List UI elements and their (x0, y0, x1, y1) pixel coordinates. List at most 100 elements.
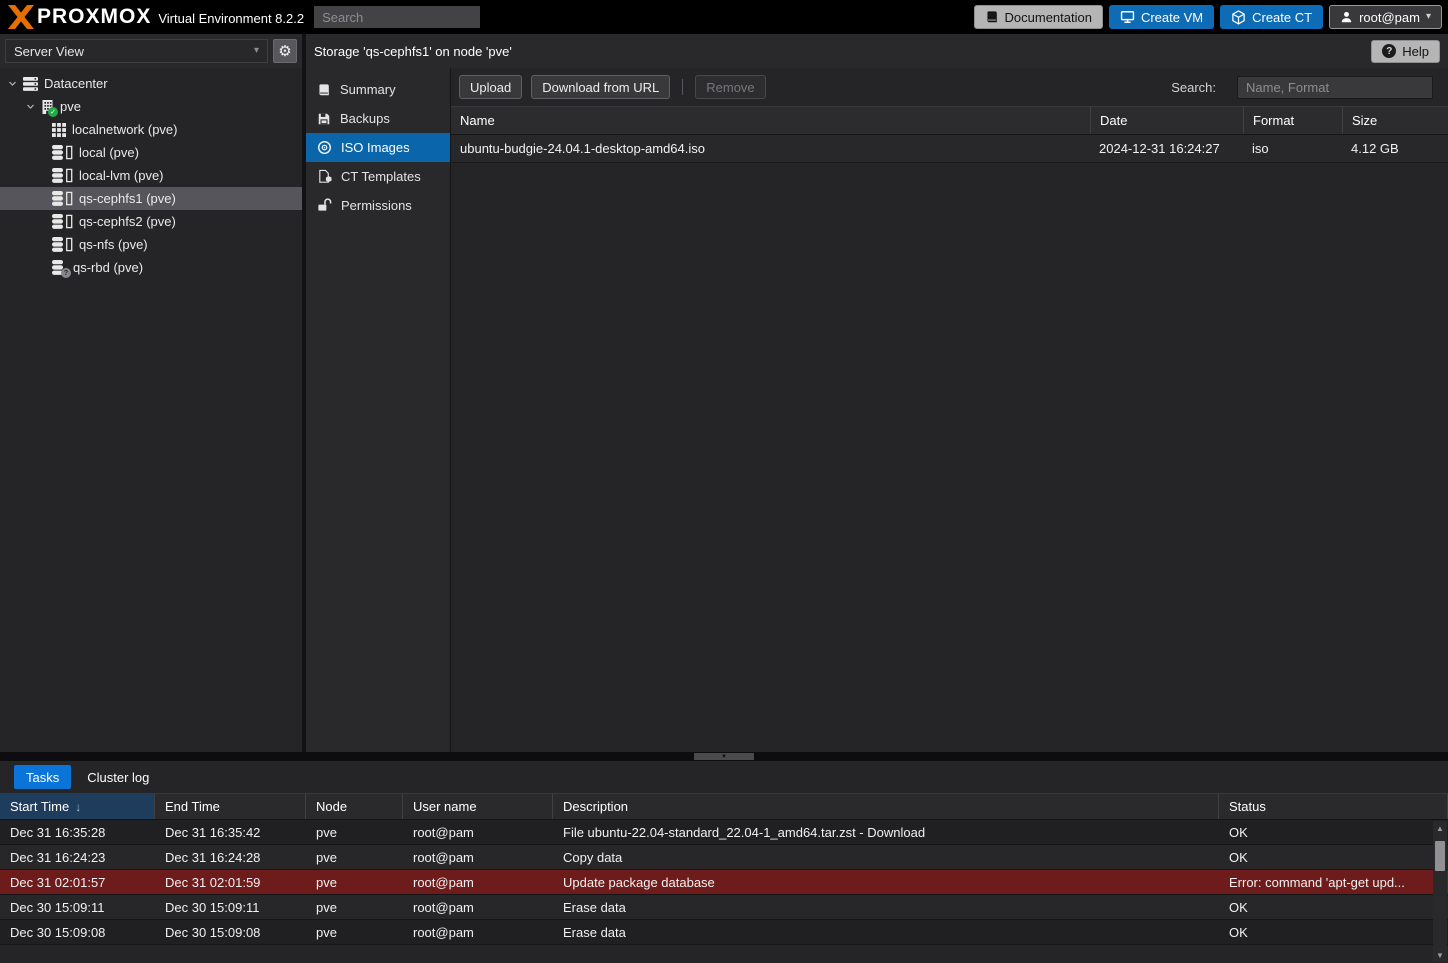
iso-table-header: Name Date Format Size (451, 106, 1448, 135)
tab-tasks[interactable]: Tasks (14, 765, 71, 789)
tree-item-label: Datacenter (44, 76, 108, 91)
task-row[interactable]: Dec 31 16:35:28 Dec 31 16:35:42 pve root… (0, 820, 1448, 845)
tab-backups[interactable]: Backups (306, 104, 450, 133)
iso-table: Name Date Format Size ubuntu-budgie-24.0… (451, 106, 1448, 163)
tab-label: Permissions (341, 198, 412, 213)
documentation-button[interactable]: Documentation (974, 5, 1103, 29)
tab-cluster-log[interactable]: Cluster log (75, 765, 161, 789)
upload-label: Upload (470, 80, 511, 95)
sidebar-item-local[interactable]: local (pve) (0, 141, 302, 164)
task-status-cell: OK (1219, 900, 1448, 915)
column-header-description[interactable]: Description (553, 794, 1219, 819)
tab-iso-images[interactable]: ISO Images (306, 133, 450, 162)
search-label: Search: (1171, 80, 1216, 95)
task-start-cell: Dec 31 02:01:57 (0, 875, 155, 890)
column-header-node[interactable]: Node (306, 794, 403, 819)
panel-splitter: ▼ (0, 752, 1448, 761)
sidebar-item-qs-nfs[interactable]: qs-nfs (pve) (0, 233, 302, 256)
iso-toolbar: Upload Download from URL Remove Search: (451, 68, 1448, 106)
task-start-cell: Dec 30 15:09:08 (0, 925, 155, 940)
top-bar: PROXMOX Virtual Environment 8.2.2 Docume… (0, 0, 1448, 34)
task-node-cell: pve (306, 925, 403, 940)
task-node-cell: pve (306, 875, 403, 890)
help-button[interactable]: ? Help (1371, 40, 1440, 63)
iso-size-cell: 4.12 GB (1342, 141, 1443, 156)
column-header-format[interactable]: Format (1243, 107, 1342, 134)
sidebar-item-pve[interactable]: ✓ pve (0, 95, 302, 118)
scroll-up-icon[interactable]: ▲ (1433, 821, 1447, 835)
task-row-error[interactable]: Dec 31 02:01:57 Dec 31 02:01:59 pve root… (0, 870, 1448, 895)
column-header-date[interactable]: Date (1090, 107, 1243, 134)
node-building-icon: ✓ (41, 100, 54, 114)
monitor-icon (1120, 10, 1135, 24)
task-description-cell: Erase data (553, 900, 1219, 915)
tree-settings-button[interactable]: ⚙ (273, 39, 297, 63)
task-description-cell: Erase data (553, 925, 1219, 940)
page-title: Storage 'qs-cephfs1' on node 'pve' (314, 44, 512, 59)
tab-ct-templates[interactable]: CT Templates (306, 162, 450, 191)
task-description-cell: File ubuntu-22.04-standard_22.04-1_amd64… (553, 825, 1219, 840)
chevron-down-icon: ▾ (254, 46, 259, 56)
sidebar-item-datacenter[interactable]: Datacenter (0, 72, 302, 95)
question-icon: ? (1382, 44, 1396, 58)
scrollbar-thumb[interactable] (1435, 841, 1445, 871)
floppy-icon (317, 112, 331, 126)
global-search-input[interactable] (314, 6, 480, 28)
collapse-arrow-icon: ▼ (721, 754, 727, 760)
iso-name-cell: ubuntu-budgie-24.04.1-desktop-amd64.iso (451, 141, 1090, 156)
tab-label: CT Templates (341, 169, 421, 184)
sidebar-item-localnetwork[interactable]: localnetwork (pve) (0, 118, 302, 141)
sidebar-item-qs-rbd[interactable]: ? qs-rbd (pve) (0, 256, 302, 279)
iso-table-row[interactable]: ubuntu-budgie-24.04.1-desktop-amd64.iso … (451, 135, 1448, 163)
toolbar-separator (682, 79, 683, 95)
template-icon (317, 169, 332, 184)
remove-button[interactable]: Remove (695, 75, 765, 99)
storage-icon (52, 237, 73, 252)
question-badge: ? (61, 268, 71, 278)
download-from-url-button[interactable]: Download from URL (531, 75, 670, 99)
tree-item-label: pve (60, 99, 81, 114)
tab-summary[interactable]: Summary (306, 75, 450, 104)
tab-permissions[interactable]: Permissions (306, 191, 450, 220)
create-vm-button[interactable]: Create VM (1109, 5, 1214, 29)
create-ct-button[interactable]: Create CT (1220, 5, 1323, 29)
column-header-name[interactable]: Name (451, 107, 1090, 134)
task-row[interactable]: Dec 30 15:09:08 Dec 30 15:09:08 pve root… (0, 920, 1448, 945)
task-start-cell: Dec 31 16:35:28 (0, 825, 155, 840)
sidebar-item-qs-cephfs1[interactable]: qs-cephfs1 (pve) (0, 187, 302, 210)
iso-search-input[interactable] (1237, 76, 1433, 99)
tree-item-label: qs-nfs (pve) (79, 237, 148, 252)
expander-chevron-icon (26, 102, 35, 111)
scroll-down-icon[interactable]: ▼ (1433, 948, 1447, 962)
task-end-cell: Dec 30 15:09:08 (155, 925, 306, 940)
create-vm-label: Create VM (1141, 10, 1203, 25)
tree-item-label: local-lvm (pve) (79, 168, 164, 183)
task-row[interactable]: Dec 30 15:09:11 Dec 30 15:09:11 pve root… (0, 895, 1448, 920)
sidebar-item-qs-cephfs2[interactable]: qs-cephfs2 (pve) (0, 210, 302, 233)
column-header-user-name[interactable]: User name (403, 794, 553, 819)
tab-label: Backups (340, 111, 390, 126)
storage-tabs: Summary Backups (306, 68, 451, 752)
sidebar-item-local-lvm[interactable]: local-lvm (pve) (0, 164, 302, 187)
cluster-log-tab-label: Cluster log (87, 770, 149, 785)
column-header-status[interactable]: Status (1219, 794, 1448, 819)
network-grid-icon (52, 123, 66, 137)
tasks-table-header: Start Time ↓ End Time Node User name Des… (0, 793, 1448, 820)
upload-button[interactable]: Upload (459, 75, 522, 99)
task-end-cell: Dec 31 16:35:42 (155, 825, 306, 840)
view-selector[interactable]: Server View ▾ (5, 39, 268, 63)
task-start-cell: Dec 31 16:24:23 (0, 850, 155, 865)
server-icon (23, 77, 38, 91)
tasks-scrollbar[interactable]: ▲ ▼ (1433, 821, 1447, 962)
tree-item-label: qs-rbd (pve) (73, 260, 143, 275)
column-header-size[interactable]: Size (1342, 107, 1443, 134)
splitter-handle[interactable]: ▼ (694, 753, 754, 760)
iso-date-cell: 2024-12-31 16:24:27 (1090, 141, 1243, 156)
user-menu-button[interactable]: root@pam ▾ (1329, 5, 1442, 29)
column-header-start-time[interactable]: Start Time ↓ (0, 794, 155, 819)
tasks-tab-label: Tasks (26, 770, 59, 785)
download-from-url-label: Download from URL (542, 80, 659, 95)
tree-item-label: qs-cephfs2 (pve) (79, 214, 176, 229)
column-header-end-time[interactable]: End Time (155, 794, 306, 819)
task-row[interactable]: Dec 31 16:24:23 Dec 31 16:24:28 pve root… (0, 845, 1448, 870)
